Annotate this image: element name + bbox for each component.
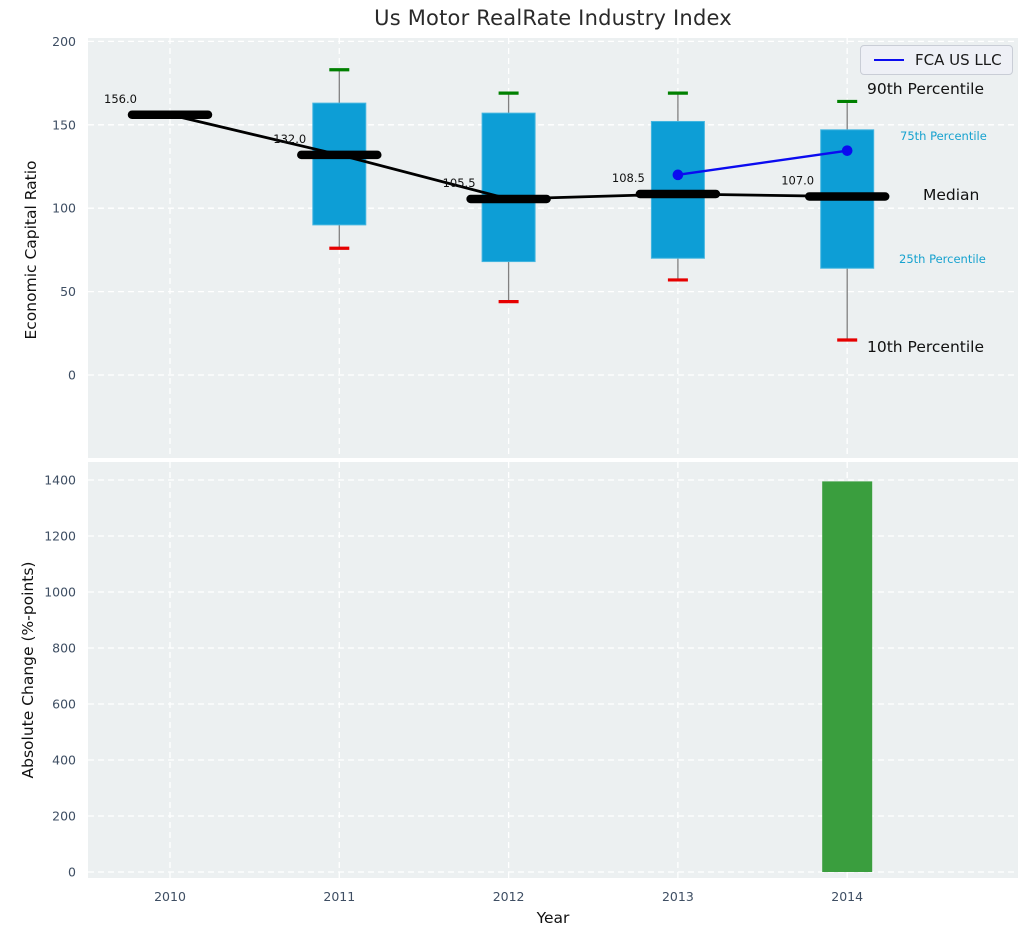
y-tick-label: 200: [52, 809, 76, 824]
x-tick-label: 2012: [493, 889, 525, 904]
iqr-box-2012: [481, 112, 536, 263]
annotation-10th-percentile: 10th Percentile: [867, 338, 985, 356]
legend: FCA US LLC: [860, 45, 1013, 75]
y-tick-label: 1400: [44, 473, 76, 488]
annotation-75th-percentile: 75th Percentile: [900, 129, 987, 143]
median-value-label: 107.0: [781, 174, 814, 188]
y-tick-label: 100: [52, 201, 76, 216]
legend-label: FCA US LLC: [915, 51, 1002, 69]
annotation-25th-percentile: 25th Percentile: [899, 252, 986, 266]
y-tick-label: 1200: [44, 529, 76, 544]
median-value-label: 105.5: [443, 176, 476, 190]
annotation-90th-percentile: 90th Percentile: [867, 80, 985, 98]
change-bar-2014: [822, 481, 873, 872]
y-tick-label: 200: [52, 34, 76, 49]
top-y-axis-label: Economic Capital Ratio: [22, 160, 40, 340]
y-tick-label: 0: [68, 865, 76, 880]
company-series-point: [672, 169, 684, 181]
x-tick-label: 2011: [323, 889, 355, 904]
chart-title: Us Motor RealRate Industry Index: [374, 6, 732, 30]
y-tick-label: 50: [60, 284, 76, 299]
x-tick-label: 2010: [154, 889, 186, 904]
chart-canvas: 0 50 100 150 200 0 200 400 600 800 1000 1200 1400 156…: [44, 34, 1018, 904]
y-tick-label: 0: [68, 368, 76, 383]
x-tick-label: 2013: [662, 889, 694, 904]
bottom-y-axis-label: Absolute Change (%-points): [19, 561, 37, 779]
y-tick-label: 150: [52, 117, 76, 132]
legend-line-sample: [874, 59, 904, 61]
y-tick-label: 800: [52, 641, 76, 656]
y-tick-label: 1000: [44, 585, 76, 600]
top-plot-area: [88, 38, 1018, 458]
x-tick-label: 2014: [831, 889, 863, 904]
y-tick-label: 400: [52, 753, 76, 768]
median-value-label: 132.0: [273, 132, 306, 146]
annotation-median: Median: [923, 186, 980, 204]
iqr-box-2011: [312, 102, 367, 226]
company-series-point: [841, 145, 853, 156]
median-value-label: 156.0: [104, 92, 137, 106]
median-value-label: 108.5: [612, 171, 645, 185]
x-axis-label: Year: [536, 909, 570, 927]
y-tick-label: 600: [52, 697, 76, 712]
